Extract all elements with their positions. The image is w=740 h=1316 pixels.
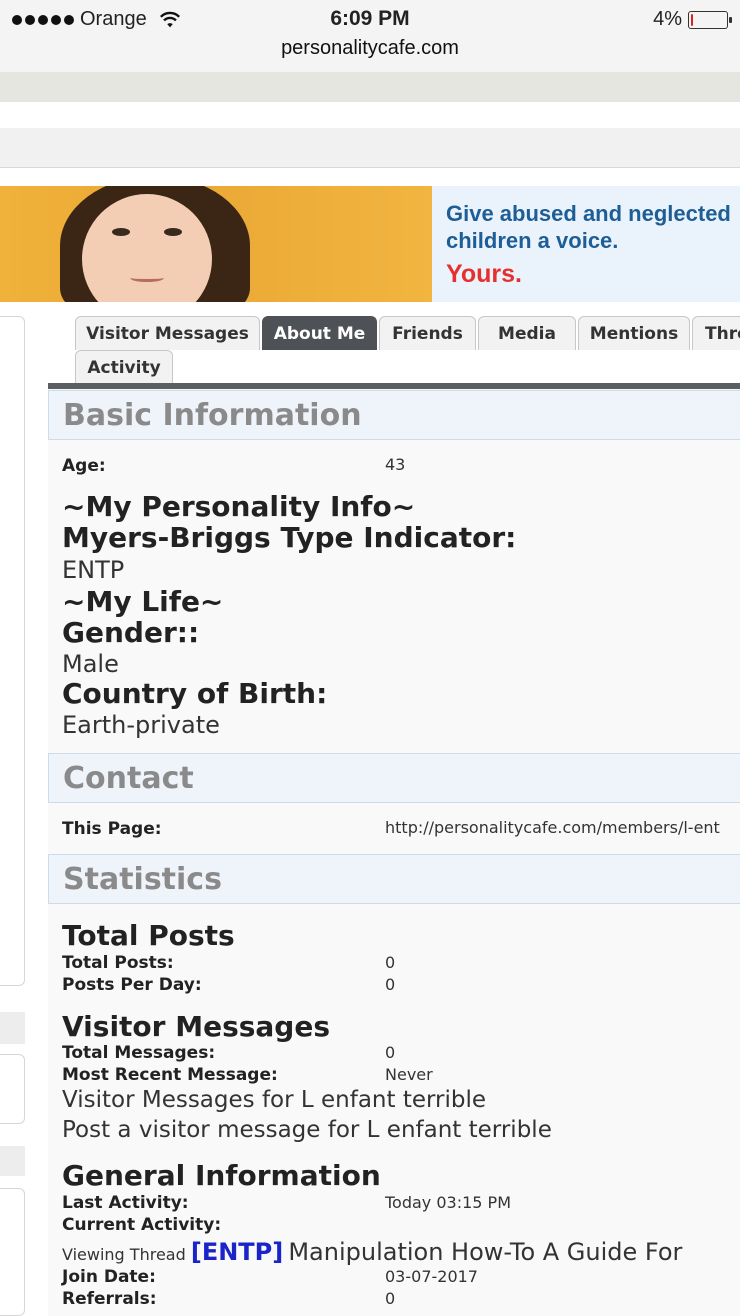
life-heading: ~My Life~ (62, 585, 224, 618)
total-messages-label: Total Messages: (62, 1043, 216, 1063)
sidebar-separator (0, 1146, 25, 1176)
tab-visitor-messages[interactable]: Visitor Messages (75, 316, 260, 350)
battery-percent: 4% (653, 8, 682, 30)
section-basic-information: Basic Information (48, 390, 740, 440)
last-activity-value: Today 03:15 PM (385, 1193, 512, 1212)
visitor-messages-link[interactable]: Visitor Messages for L enfant terrible (62, 1087, 486, 1113)
this-page-link[interactable]: http://personalitycafe.com/members/l-ent (385, 818, 720, 837)
sidebar-block (0, 1188, 25, 1316)
total-posts-heading: Total Posts (62, 919, 235, 952)
age-label: Age: (62, 456, 106, 476)
join-date-value: 03-07-2017 (385, 1267, 478, 1286)
gender-value: Male (62, 650, 119, 678)
browser-toolbar (0, 72, 740, 102)
join-date-label: Join Date: (62, 1267, 156, 1287)
thread-title-link[interactable]: Manipulation How-To A Guide For (288, 1238, 682, 1266)
posts-per-day-label: Posts Per Day: (62, 975, 202, 995)
status-bar: Orange 6:09 PM personalitycafe.com 4% (0, 0, 740, 72)
tab-activity[interactable]: Activity (75, 350, 173, 384)
thread-prefix-tag[interactable]: [ENTP] (191, 1238, 283, 1266)
battery-icon (688, 10, 732, 29)
ad-line-2: children a voice. (446, 228, 619, 253)
ad-photo (0, 186, 432, 302)
most-recent-message-value: Never (385, 1065, 433, 1084)
posts-per-day-value: 0 (385, 975, 396, 994)
post-visitor-message-link[interactable]: Post a visitor message for L enfant terr… (62, 1117, 552, 1143)
tab-about-me[interactable]: About Me (262, 316, 377, 350)
total-posts-value: 0 (385, 953, 396, 972)
most-recent-message-label: Most Recent Message: (62, 1065, 278, 1085)
viewing-prefix: Viewing Thread (62, 1245, 186, 1264)
country-value: Earth-private (62, 711, 220, 739)
current-activity-value[interactable]: Viewing Thread [ENTP] Manipulation How-T… (62, 1238, 682, 1266)
referrals-value: 0 (385, 1289, 396, 1308)
sidebar-separator (0, 1012, 25, 1044)
ad-line-1: Give abused and neglected (446, 201, 731, 226)
total-messages-value: 0 (385, 1043, 396, 1062)
tab-mentions[interactable]: Mentions (578, 316, 690, 350)
tab-friends[interactable]: Friends (379, 316, 476, 350)
mbti-value: ENTP (62, 556, 125, 584)
mbti-label: Myers-Briggs Type Indicator: (62, 521, 517, 554)
country-label: Country of Birth: (62, 677, 328, 710)
tab-media[interactable]: Media (478, 316, 576, 350)
visitor-messages-heading: Visitor Messages (62, 1010, 330, 1043)
age-value: 43 (385, 455, 406, 474)
personality-heading: ~My Personality Info~ (62, 490, 416, 523)
general-information-heading: General Information (62, 1159, 381, 1192)
referrals-label: Referrals: (62, 1289, 157, 1309)
clock: 6:09 PM (330, 7, 410, 30)
sidebar-block (0, 316, 25, 986)
last-activity-label: Last Activity: (62, 1193, 189, 1213)
tab-threads[interactable]: Thre (692, 316, 740, 350)
section-contact: Contact (48, 753, 740, 803)
current-activity-label: Current Activity: (62, 1215, 222, 1235)
battery-indicator: 4% (653, 8, 732, 31)
gender-label: Gender:: (62, 616, 200, 649)
ad-banner[interactable]: Give abused and neglected children a voi… (0, 186, 740, 302)
address-bar[interactable]: personalitycafe.com (0, 37, 740, 60)
total-posts-label: Total Posts: (62, 953, 174, 973)
section-statistics: Statistics (48, 854, 740, 904)
ad-line-3: Yours. (446, 260, 522, 288)
sidebar-block (0, 1054, 25, 1124)
ad-text: Give abused and neglected children a voi… (432, 186, 740, 302)
this-page-label: This Page: (62, 819, 162, 839)
page-top (0, 102, 740, 128)
site-nav-strip (0, 128, 740, 168)
